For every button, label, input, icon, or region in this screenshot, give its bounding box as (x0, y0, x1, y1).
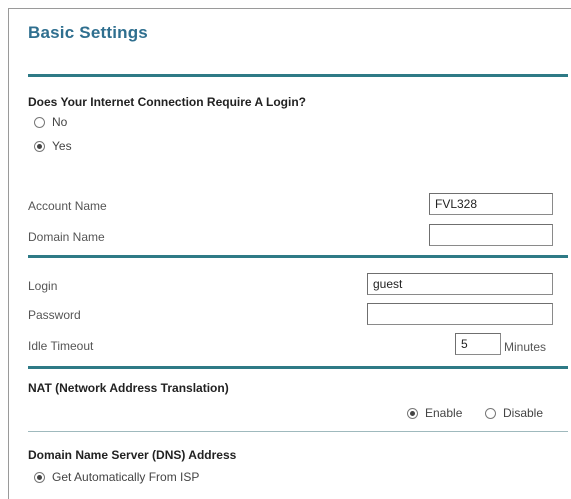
login-label: Login (28, 279, 58, 293)
nat-enable-label: Enable (425, 406, 463, 420)
login-input[interactable] (367, 273, 553, 295)
idle-timeout-input[interactable] (455, 333, 501, 355)
nat-disable-label: Disable (503, 406, 544, 420)
account-name-label: Account Name (28, 199, 107, 213)
dns-heading: Domain Name Server (DNS) Address (28, 448, 237, 462)
nat-enable-option[interactable]: Enable (407, 406, 462, 420)
radio-checked-icon[interactable] (34, 140, 45, 152)
nat-disable-option[interactable]: Disable (485, 406, 543, 420)
radio-checked-icon[interactable] (34, 471, 45, 483)
idle-timeout-label: Idle Timeout (28, 339, 94, 353)
dns-auto-label: Get Automatically From ISP (52, 470, 200, 484)
login-required-question: Does Your Internet Connection Require A … (28, 95, 307, 109)
section-divider (28, 366, 568, 369)
login-no-label: No (52, 115, 68, 129)
section-divider (28, 431, 568, 432)
radio-icon[interactable] (34, 116, 45, 128)
dns-auto-option[interactable]: Get Automatically From ISP (34, 470, 199, 484)
password-label: Password (28, 308, 81, 322)
login-no-option[interactable]: No (34, 115, 67, 129)
domain-name-label: Domain Name (28, 230, 105, 244)
radio-checked-icon[interactable] (407, 407, 418, 419)
page-title: Basic Settings (28, 23, 148, 42)
settings-panel: Basic Settings Does Your Internet Connec… (8, 8, 571, 499)
section-divider (28, 255, 568, 258)
section-divider (28, 74, 568, 77)
radio-icon[interactable] (485, 407, 496, 419)
login-yes-option[interactable]: Yes (34, 139, 72, 153)
login-yes-label: Yes (52, 139, 72, 153)
domain-name-input[interactable] (429, 224, 553, 246)
nat-heading: NAT (Network Address Translation) (28, 381, 229, 395)
idle-timeout-units: Minutes (504, 340, 547, 354)
account-name-input[interactable] (429, 193, 553, 215)
password-input[interactable] (367, 303, 553, 325)
